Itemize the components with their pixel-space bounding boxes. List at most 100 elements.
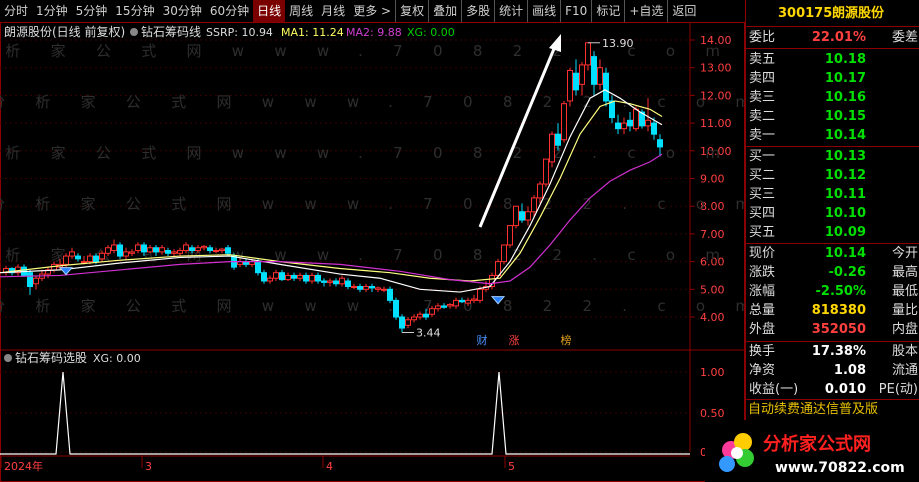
candle-body-49 [297, 274, 303, 279]
toolbar-item-2[interactable]: 5分钟 [72, 0, 112, 22]
price-label-1: 13.00 [700, 62, 732, 75]
stat2-row-1-label: 净资 [749, 363, 776, 378]
event-marker-1: 涨 [509, 334, 520, 347]
toolbar-item-5[interactable]: 60分钟 [206, 0, 253, 22]
sub-xg-label: XG: 0.00 [93, 352, 141, 365]
candle-body-50 [303, 274, 309, 282]
toolbar-item-8[interactable]: 月线 [317, 0, 349, 22]
candle-body-107 [645, 119, 651, 127]
date-label-3: 5 [508, 460, 515, 473]
candle-body-104 [627, 119, 633, 127]
stat-row-1-right-label: 最高 [891, 265, 918, 280]
ask-row-4-label: 卖二 [749, 109, 776, 124]
toolbar-item-18[interactable]: 返回 [667, 0, 700, 22]
candle-body-5 [33, 277, 39, 285]
stat2-row-0-value: 17.38% [811, 344, 866, 359]
candle-body-14 [87, 255, 93, 263]
toolbar-item-15[interactable]: F10 [560, 0, 591, 22]
watermark-5: 分析家公式网www.70822.com [0, 297, 745, 315]
sub-axis-label-1: 0.50 [700, 407, 725, 420]
stat-row-2-label: 涨幅 [749, 284, 776, 299]
bid-row-4-label: 买四 [749, 206, 776, 221]
candle-body-95 [573, 72, 579, 91]
candle-body-97 [585, 42, 591, 66]
candle-body-85 [513, 205, 519, 227]
brand-logo: 分析家公式网 www.70822.com [705, 420, 919, 482]
period-toolbar: 分时 1分钟 5分钟 15分钟 30分钟 60分钟 日线 周线 月线 更多 > 复权 叠加 多股 统计 画线… [0, 0, 745, 23]
candle-body-84 [507, 225, 513, 246]
ma1-label: MA1: 11.24 [281, 26, 344, 39]
candle-body-68 [411, 316, 417, 321]
indicator-name: 钻石筹码线 [141, 24, 201, 39]
candle-body-32 [195, 247, 201, 252]
bid-row-2-label: 买二 [749, 168, 776, 183]
candle-body-75 [453, 299, 459, 307]
toolbar-item-0[interactable]: 分时 [0, 0, 32, 22]
indicator-dot-icon [130, 28, 138, 36]
candle-body-63 [381, 288, 387, 291]
toolbar-item-10[interactable]: 复权 [395, 0, 428, 22]
candle-body-24 [147, 247, 153, 253]
promo-banner[interactable]: 自动续费通达信普及版 [745, 400, 919, 420]
ssrp-label: SSRP: 10.94 [206, 26, 273, 39]
candle-body-78 [471, 298, 477, 301]
candle-body-67 [405, 319, 411, 326]
toolbar-item-11[interactable]: 叠加 [428, 0, 461, 22]
kline-chart[interactable]: 14.0013.0012.0011.0010.009.008.007.006.0… [0, 22, 745, 482]
date-label-1: 3 [145, 460, 152, 473]
toolbar-item-9[interactable]: 更多 > [349, 0, 395, 22]
bid-row-3: 买三 10.11 [746, 185, 919, 205]
candle-body-73 [441, 305, 447, 308]
candle-body-65 [393, 299, 399, 318]
candle-body-56 [339, 277, 345, 285]
candle-body-47 [285, 274, 291, 281]
bid-row-1-value: 10.13 [824, 149, 866, 164]
candle-body-105 [633, 108, 639, 130]
candle-body-4 [27, 272, 33, 288]
ask-row-3-value: 10.16 [824, 90, 866, 105]
candle-body-79 [477, 288, 483, 301]
bid-row-2-value: 10.12 [824, 168, 866, 183]
candle-body-19 [117, 244, 123, 257]
stat2-row-2-label: 收益(一) [749, 382, 799, 397]
candle-body-66 [399, 316, 405, 329]
toolbar-item-16[interactable]: 标记 [591, 0, 624, 22]
toolbar-item-1[interactable]: 1分钟 [32, 0, 72, 22]
toolbar-item-14[interactable]: 画线 [527, 0, 560, 22]
toolbar-item-17[interactable]: +自选 [624, 0, 667, 22]
candle-body-71 [429, 308, 435, 315]
toolbar-item-12[interactable]: 多股 [461, 0, 494, 22]
stat-row-2-right-label: 最低 [891, 284, 918, 299]
candle-body-37 [225, 247, 231, 254]
high-annotation: 13.90 [602, 37, 634, 50]
diamond-icon-0 [58, 267, 74, 276]
stat-row-1-value: -0.26 [828, 265, 866, 280]
candle-body-29 [177, 250, 183, 254]
candle-body-13 [81, 261, 87, 264]
watermark-3: 分析家公式网www.70822.com [0, 195, 745, 213]
stat2-row-2: 收益(一) 0.010 PE(动) [746, 380, 919, 400]
toolbar-item-6[interactable]: 日线 [253, 0, 286, 22]
candle-body-51 [309, 274, 315, 282]
sub-chart-title: 钻石筹码选股 [15, 350, 87, 365]
candle-body-53 [321, 280, 327, 283]
candle-body-77 [465, 299, 471, 304]
candle-body-15 [93, 255, 99, 263]
candle-body-35 [213, 250, 219, 253]
stat2-row-1: 净资 1.08 流通 [746, 361, 919, 381]
candle-body-34 [207, 247, 213, 252]
candle-body-62 [375, 287, 381, 290]
toolbar-item-13[interactable]: 统计 [494, 0, 527, 22]
candle-body-60 [363, 286, 369, 290]
ask-row-5: 卖一 10.14 [746, 126, 919, 146]
toolbar-item-7[interactable]: 周线 [285, 0, 317, 22]
stat2-row-0-right-label: 股本 [891, 344, 918, 359]
toolbar-item-3[interactable]: 15分钟 [111, 0, 158, 22]
candle-body-46 [279, 272, 285, 281]
ma2-label: MA2: 9.88 [346, 26, 402, 39]
stat-row-0-value: 10.14 [824, 246, 866, 261]
candle-body-36 [219, 248, 225, 252]
candle-body-54 [327, 280, 333, 283]
candle-body-58 [351, 286, 357, 289]
toolbar-item-4[interactable]: 30分钟 [159, 0, 206, 22]
